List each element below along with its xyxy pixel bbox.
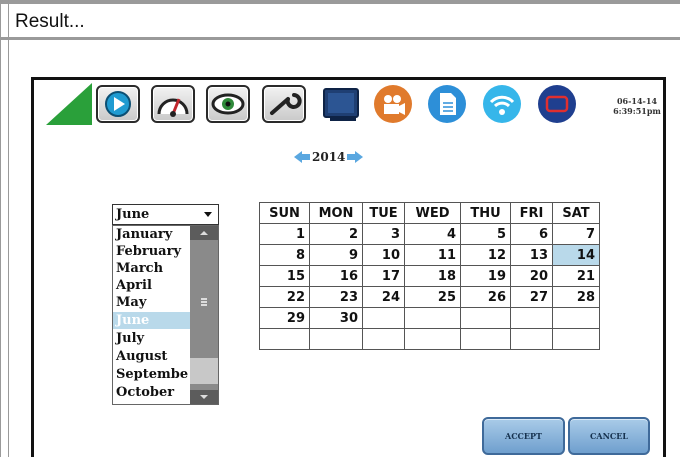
calendar-day[interactable]: 6: [510, 223, 553, 245]
accept-button[interactable]: ACCEPT: [482, 417, 565, 455]
prev-year-arrow-icon[interactable]: [294, 151, 310, 163]
calendar-week-row: 1 2 3 4 5 6 7: [259, 223, 600, 245]
monitor-icon[interactable]: [320, 85, 364, 123]
year-label: 2014: [312, 150, 346, 164]
month-option-october[interactable]: October: [113, 384, 190, 401]
weekday-header: SUN: [259, 202, 310, 224]
month-option-june[interactable]: June: [113, 312, 190, 329]
calendar-day[interactable]: 24: [362, 286, 405, 308]
month-list[interactable]: January February March April May June Ju…: [112, 225, 219, 405]
weekday-header: MON: [309, 202, 363, 224]
calendar-day: [552, 328, 600, 350]
calendar-day[interactable]: 22: [259, 286, 310, 308]
play-icon[interactable]: [96, 85, 140, 123]
weekday-header: FRI: [510, 202, 553, 224]
calendar-day-selected[interactable]: 14: [552, 244, 600, 266]
calendar-week-row: 8 9 10 11 12 13 14: [259, 244, 600, 266]
calendar-day[interactable]: 12: [460, 244, 511, 266]
month-option-july[interactable]: July: [113, 330, 190, 347]
calendar-day[interactable]: 28: [552, 286, 600, 308]
calendar-day: [510, 328, 553, 350]
month-option-september[interactable]: Septembe: [113, 366, 190, 383]
date-text: 06-14-14: [616, 96, 658, 106]
month-select[interactable]: June: [112, 204, 219, 225]
scroll-thumb[interactable]: [190, 358, 218, 384]
calendar-day: [404, 307, 461, 329]
calendar-day[interactable]: 8: [259, 244, 310, 266]
month-option-may[interactable]: May: [113, 294, 190, 311]
calendar-day: [404, 328, 461, 350]
month-select-value: June: [116, 207, 150, 222]
calendar-day[interactable]: 26: [460, 286, 511, 308]
scroll-down-arrow-icon[interactable]: [190, 390, 218, 404]
calendar-week-row: 22 23 24 25 26 27 28: [259, 286, 600, 308]
weekday-header: WED: [404, 202, 461, 224]
calendar-day: [362, 328, 405, 350]
wifi-icon[interactable]: [482, 84, 522, 124]
weekday-header: TUE: [362, 202, 405, 224]
weekday-header: SAT: [552, 202, 600, 224]
datetime-display: 06-14-14 6:39:51pm: [612, 96, 662, 116]
wrench-icon[interactable]: [262, 85, 306, 123]
document-icon[interactable]: [427, 84, 467, 124]
calendar-day: [309, 328, 363, 350]
chevron-down-icon: [204, 212, 212, 217]
calendar-week-row: 29 30: [259, 307, 600, 329]
month-option-april[interactable]: April: [113, 277, 190, 294]
calendar-week-row: [259, 328, 600, 350]
calendar-day[interactable]: 16: [309, 265, 363, 287]
calendar-day[interactable]: 13: [510, 244, 553, 266]
calendar-day: [460, 307, 511, 329]
calendar-day[interactable]: 15: [259, 265, 310, 287]
calendar-day[interactable]: 30: [309, 307, 363, 329]
calendar-day[interactable]: 18: [404, 265, 461, 287]
calendar-day[interactable]: 11: [404, 244, 461, 266]
calendar-day[interactable]: 20: [510, 265, 553, 287]
calendar-grid: SUN MON TUE WED THU FRI SAT 1 2 3 4 5 6 …: [259, 202, 600, 350]
calendar-day: [259, 328, 310, 350]
scroll-grip-icon: [201, 298, 207, 306]
weekday-header: THU: [460, 202, 511, 224]
month-option-march[interactable]: March: [113, 260, 190, 277]
calendar-day[interactable]: 21: [552, 265, 600, 287]
calendar-day[interactable]: 29: [259, 307, 310, 329]
eye-icon[interactable]: [206, 85, 250, 123]
calendar-day[interactable]: 4: [404, 223, 461, 245]
calendar-day[interactable]: 19: [460, 265, 511, 287]
calendar-day[interactable]: 10: [362, 244, 405, 266]
time-text: 6:39:51pm: [613, 106, 661, 116]
calendar-day[interactable]: 1: [259, 223, 310, 245]
calendar-day: [552, 307, 600, 329]
scroll-up-arrow-icon[interactable]: [190, 226, 218, 240]
gauge-icon[interactable]: [151, 85, 195, 123]
calendar-day[interactable]: 17: [362, 265, 405, 287]
calendar-day[interactable]: 7: [552, 223, 600, 245]
calendar-day: [362, 307, 405, 329]
calendar-day[interactable]: 27: [510, 286, 553, 308]
year-navigator: 2014: [294, 148, 364, 166]
calendar-week-row: 15 16 17 18 19 20 21: [259, 265, 600, 287]
calendar-day: [460, 328, 511, 350]
calendar-day[interactable]: 9: [309, 244, 363, 266]
calendar-day[interactable]: 2: [309, 223, 363, 245]
calendar-day: [510, 307, 553, 329]
calendar-day[interactable]: 3: [362, 223, 405, 245]
next-year-arrow-icon[interactable]: [347, 151, 364, 163]
document-header: Result...: [0, 4, 680, 40]
screen-icon[interactable]: [537, 84, 577, 124]
calendar-day[interactable]: 25: [404, 286, 461, 308]
month-option-february[interactable]: February: [113, 243, 190, 260]
calendar-day[interactable]: 5: [460, 223, 511, 245]
calendar-day[interactable]: 23: [309, 286, 363, 308]
calendar-header-row: SUN MON TUE WED THU FRI SAT: [259, 202, 600, 224]
month-list-scrollbar[interactable]: [190, 226, 218, 404]
document-title: Result...: [15, 11, 85, 32]
camera-icon[interactable]: [373, 84, 413, 124]
cancel-button[interactable]: CANCEL: [568, 417, 650, 455]
month-option-january[interactable]: January: [113, 226, 190, 243]
month-option-august[interactable]: August: [113, 348, 190, 365]
brand-logo: [46, 83, 92, 125]
document-left-column: [0, 4, 9, 457]
device-screen: 06-14-14 6:39:51pm 2014 June January Feb…: [31, 77, 666, 457]
